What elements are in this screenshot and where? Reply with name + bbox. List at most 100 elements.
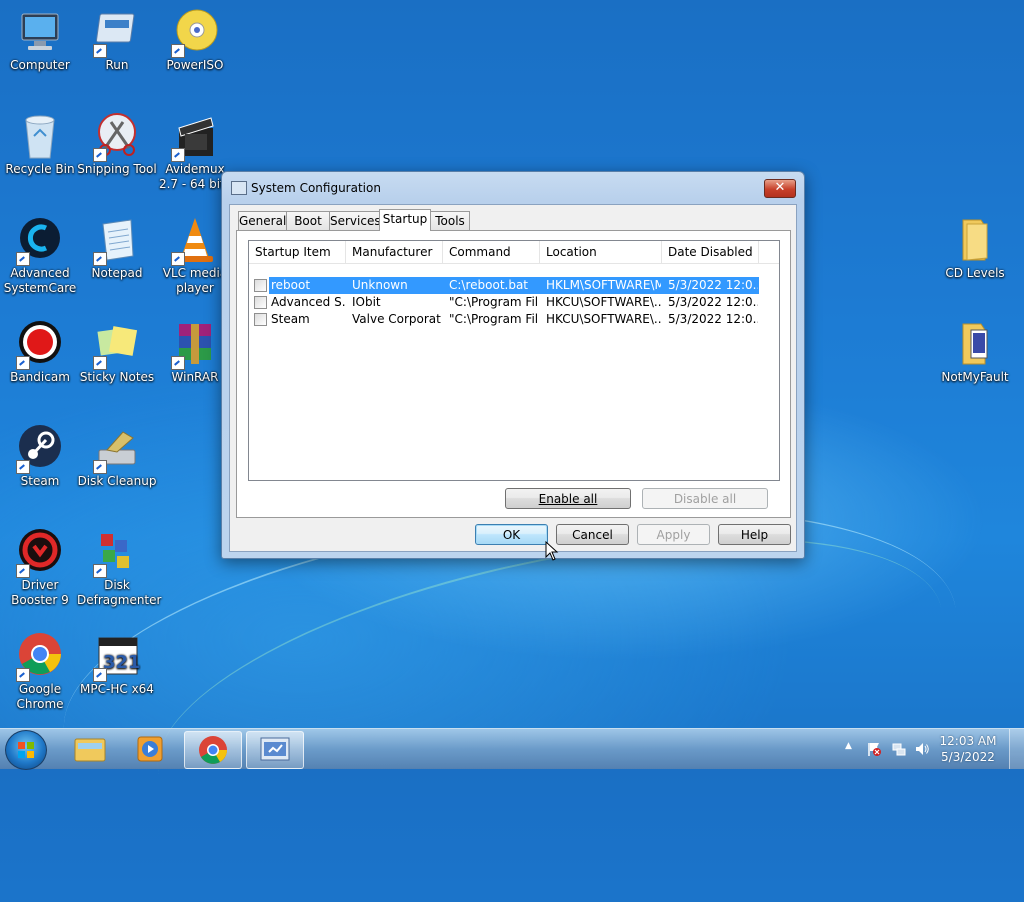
shortcut-arrow-icon: [93, 44, 107, 58]
desktop-icon-snipping-tool[interactable]: Snipping Tool: [77, 112, 157, 177]
shortcut-arrow-icon: [171, 252, 185, 266]
desktop-icon-bandicam[interactable]: Bandicam: [0, 320, 80, 385]
cell-startup-item: reboot: [271, 278, 311, 292]
desktop-icon-driver-booster[interactable]: Driver Booster 9: [0, 528, 80, 608]
column-header-date-disabled[interactable]: Date Disabled: [662, 241, 759, 263]
ok-button[interactable]: OK: [475, 524, 548, 545]
table-row[interactable]: Steam Valve Corporat... "C:\Program Fil.…: [249, 311, 759, 328]
clock-time: 12:03 AM: [939, 734, 997, 748]
shortcut-arrow-icon: [16, 668, 30, 682]
taskbar-windows-explorer[interactable]: [62, 731, 118, 767]
desktop-icon-recycle-bin[interactable]: Recycle Bin: [0, 112, 80, 177]
start-button[interactable]: [5, 730, 47, 770]
desktop-icon-notepad[interactable]: Notepad: [77, 216, 157, 281]
tab-general[interactable]: General: [238, 211, 287, 230]
enable-all-label: Enable all: [538, 492, 598, 506]
desktop-icon-mpc-hc[interactable]: 321 MPC-HC x64: [77, 632, 157, 697]
desktop-icon-label: Disk Cleanup: [77, 474, 157, 488]
enable-all-button[interactable]: Enable all: [505, 488, 631, 509]
folder-icon: [951, 216, 999, 264]
close-button[interactable]: ✕: [764, 179, 796, 198]
action-center-flag-icon[interactable]: [866, 741, 882, 757]
advanced-systemcare-icon: [16, 216, 64, 266]
enable-checkbox[interactable]: [254, 313, 267, 326]
desktop-icon-label: Advanced SystemCare: [3, 266, 77, 295]
column-header-location[interactable]: Location: [540, 241, 662, 263]
tab-tools[interactable]: Tools: [430, 211, 470, 230]
taskbar-chrome[interactable]: [184, 731, 242, 769]
show-hidden-icons-button[interactable]: ▲: [845, 741, 852, 751]
desktop-icon-label: Run: [105, 58, 129, 72]
tab-boot[interactable]: Boot: [286, 211, 330, 230]
help-button[interactable]: Help: [718, 524, 791, 545]
list-header: Startup Item Manufacturer Command Locati…: [249, 241, 779, 264]
tab-services[interactable]: Services: [329, 211, 381, 230]
sticky-notes-icon: [93, 320, 141, 370]
desktop-icon-label: CD Levels: [945, 266, 1005, 280]
desktop-icon-label: Sticky Notes: [79, 370, 155, 384]
desktop-icon-label: Google Chrome: [16, 682, 64, 711]
shortcut-arrow-icon: [93, 668, 107, 682]
desktop-icon-disk-defragmenter[interactable]: Disk Defragmenter: [77, 528, 161, 608]
recycle-bin-icon: [16, 112, 64, 160]
shortcut-arrow-icon: [16, 356, 30, 370]
shortcut-arrow-icon: [171, 356, 185, 370]
shortcut-arrow-icon: [16, 252, 30, 266]
header-filler: [758, 241, 779, 263]
column-header-manufacturer[interactable]: Manufacturer: [346, 241, 443, 263]
shortcut-arrow-icon: [93, 460, 107, 474]
column-header-startup-item[interactable]: Startup Item: [249, 241, 346, 263]
shortcut-arrow-icon: [16, 460, 30, 474]
desktop-icon-label: NotMyFault: [941, 370, 1009, 384]
cell-command: "C:\Program Fil...: [449, 295, 539, 309]
enable-checkbox[interactable]: [254, 296, 267, 309]
tab-startup[interactable]: Startup: [379, 209, 431, 231]
show-desktop-button[interactable]: [1009, 729, 1024, 769]
startup-items-list[interactable]: Startup Item Manufacturer Command Locati…: [248, 240, 780, 481]
steam-icon: [16, 424, 64, 474]
volume-icon[interactable]: [914, 741, 930, 757]
desktop-icon-cd-levels[interactable]: CD Levels: [935, 216, 1015, 281]
notepad-icon: [93, 216, 141, 266]
shortcut-arrow-icon: [93, 148, 107, 162]
desktop-icon-poweriso[interactable]: PowerISO: [155, 8, 235, 73]
computer-icon: [16, 8, 64, 56]
bandicam-icon: [16, 320, 64, 370]
taskbar-system-configuration[interactable]: [246, 731, 304, 769]
cancel-button[interactable]: Cancel: [556, 524, 629, 545]
network-icon[interactable]: [891, 741, 907, 757]
desktop-icon-run[interactable]: Run: [77, 8, 157, 73]
desktop-icon-google-chrome[interactable]: Google Chrome: [0, 632, 80, 712]
desktop-icon-label: MPC-HC x64: [80, 682, 154, 696]
taskbar: ▲ 12:03 AM 5/3/2022: [0, 728, 1024, 770]
cell-manufacturer: Valve Corporat...: [352, 312, 442, 326]
svg-text:321: 321: [103, 652, 141, 673]
windows-explorer-icon: [74, 738, 106, 762]
apply-button[interactable]: Apply: [637, 524, 710, 545]
desktop-icon-disk-cleanup[interactable]: Disk Cleanup: [77, 424, 157, 489]
shortcut-arrow-icon: [93, 252, 107, 266]
system-clock[interactable]: 12:03 AM 5/3/2022: [938, 733, 998, 765]
desktop-icon-computer[interactable]: Computer: [0, 8, 80, 73]
shortcut-arrow-icon: [171, 44, 185, 58]
desktop-icon-label: Computer: [10, 58, 70, 72]
desktop-icon-steam[interactable]: Steam: [0, 424, 80, 489]
mpc-hc-icon: 321: [93, 632, 141, 682]
column-header-command[interactable]: Command: [443, 241, 540, 263]
mouse-cursor-icon: [545, 541, 559, 561]
desktop-icon-notmyfault[interactable]: NotMyFault: [935, 320, 1015, 385]
desktop-icon-advanced-systemcare[interactable]: Advanced SystemCare: [0, 216, 80, 296]
system-configuration-window[interactable]: System Configuration ✕ General Boot Serv…: [221, 171, 805, 559]
desktop-icon-label: Steam: [20, 474, 60, 488]
taskbar-media-player[interactable]: [122, 731, 178, 767]
desktop-icon-sticky-notes[interactable]: Sticky Notes: [77, 320, 157, 385]
table-row[interactable]: reboot Unknown C:\reboot.bat HKLM\SOFTWA…: [249, 277, 759, 294]
driver-booster-icon: [16, 528, 64, 578]
table-row[interactable]: Advanced S... IObit "C:\Program Fil... H…: [249, 294, 759, 311]
shortcut-arrow-icon: [93, 564, 107, 578]
window-title: System Configuration: [251, 181, 381, 195]
enable-checkbox[interactable]: [254, 279, 267, 292]
windows-logo-icon: [18, 742, 34, 758]
cell-startup-item: Advanced S...: [271, 295, 345, 309]
disable-all-button[interactable]: Disable all: [642, 488, 768, 509]
